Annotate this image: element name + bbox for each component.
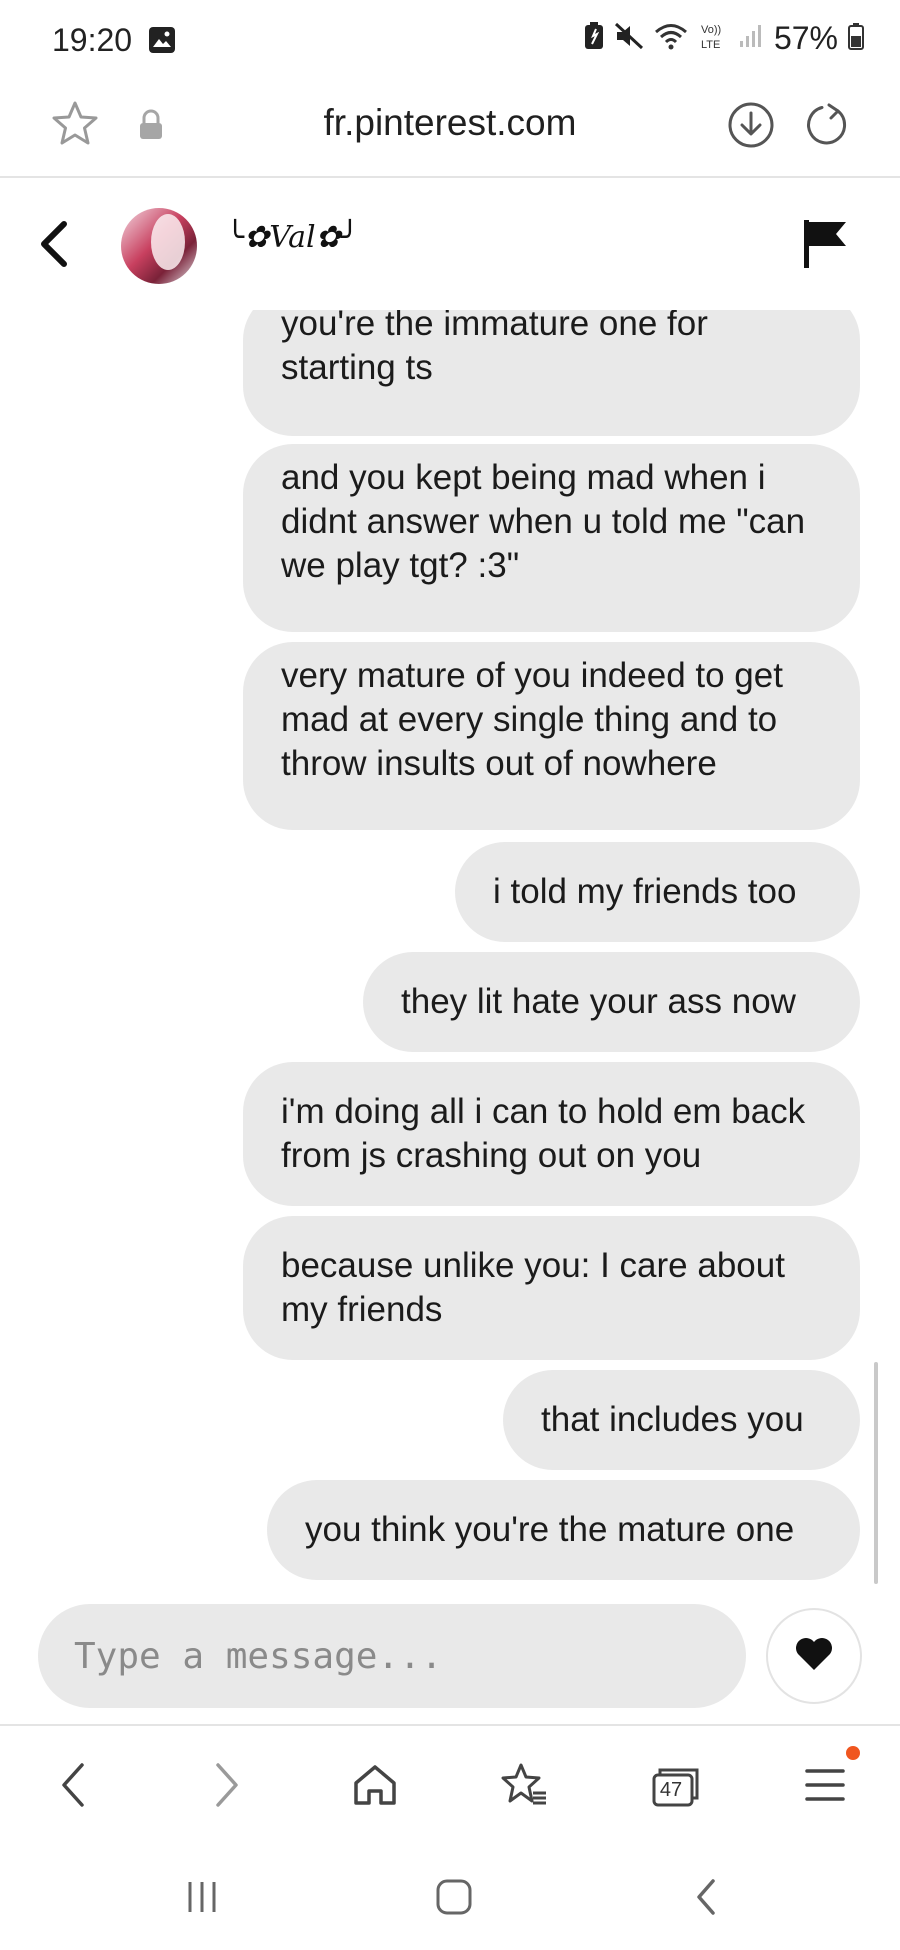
url-bar: fr.pinterest.com: [0, 80, 900, 178]
message-bubble[interactable]: that includes you: [503, 1370, 860, 1470]
scrollbar[interactable]: [874, 1362, 878, 1584]
status-icons: Vo)) LTE 57%: [584, 20, 864, 57]
tabs-icon: 47: [650, 1765, 700, 1809]
chevron-left-icon: [56, 1761, 90, 1814]
system-nav-bar: [0, 1846, 900, 1950]
home-nav-icon: [434, 1877, 474, 1922]
tabs-count: 47: [659, 1779, 683, 1801]
battery-icon: [848, 22, 864, 55]
svg-text:LTE: LTE: [701, 39, 720, 51]
home-icon: [352, 1763, 398, 1812]
message-text: that includes you: [541, 1400, 804, 1439]
recent-apps-button[interactable]: [172, 1874, 232, 1924]
back-arrow-icon[interactable]: [34, 218, 74, 275]
message-bubble[interactable]: you think you're the mature one: [267, 1480, 860, 1580]
message-bubble[interactable]: because unlike you: I care about my frie…: [243, 1216, 860, 1360]
chat-header: ╰✿Val✿╯: [0, 178, 900, 310]
recent-apps-icon: [182, 1879, 222, 1920]
notification-dot: [846, 1746, 860, 1760]
message-text: you're the immature one for starting ts: [281, 310, 708, 387]
message-bubble[interactable]: you're the immature one for starting ts: [243, 310, 860, 436]
message-input[interactable]: [38, 1604, 746, 1708]
status-time: 19:20: [52, 22, 133, 58]
message-bubble[interactable]: they lit hate your ass now: [363, 952, 860, 1052]
volte-icon: Vo)) LTE: [698, 21, 728, 56]
message-bubble[interactable]: and you kept being mad when i didnt answ…: [243, 444, 860, 632]
message-bubble[interactable]: very mature of you indeed to get mad at …: [243, 642, 860, 830]
message-text: i'm doing all i can to hold em back from…: [281, 1092, 806, 1175]
back-nav-button[interactable]: [676, 1874, 736, 1924]
message-text: i told my friends too: [493, 872, 797, 911]
message-text: and you kept being mad when i didnt answ…: [281, 458, 806, 585]
message-list[interactable]: you're the immature one for starting ts …: [0, 310, 900, 1580]
svg-text:Vo)): Vo)): [701, 24, 721, 36]
reload-icon[interactable]: [802, 101, 850, 154]
chevron-right-icon: [210, 1761, 244, 1814]
message-text: they lit hate your ass now: [401, 982, 796, 1021]
mute-icon: [614, 22, 644, 55]
avatar[interactable]: [121, 208, 197, 284]
message-text: because unlike you: I care about my frie…: [281, 1246, 785, 1329]
download-icon[interactable]: [727, 101, 775, 154]
battery-saver-icon: [584, 22, 604, 55]
message-bubble[interactable]: i told my friends too: [455, 842, 860, 942]
flag-icon[interactable]: [802, 218, 848, 275]
nav-back-button[interactable]: [38, 1752, 108, 1822]
message-text: very mature of you indeed to get mad at …: [281, 656, 783, 783]
home-button[interactable]: [340, 1752, 410, 1822]
bookmarks-button[interactable]: [489, 1752, 559, 1822]
heart-icon: [794, 1636, 834, 1677]
message-text: you think you're the mature one: [305, 1510, 795, 1549]
message-bubble[interactable]: i'm doing all i can to hold em back from…: [243, 1062, 860, 1206]
signal-icon: [738, 23, 764, 54]
nav-forward-button[interactable]: [192, 1752, 262, 1822]
home-nav-button[interactable]: [424, 1874, 484, 1924]
tabs-button[interactable]: 47: [640, 1752, 710, 1822]
battery-percent: 57%: [773, 20, 838, 56]
browser-toolbar: 47: [0, 1724, 900, 1848]
menu-button[interactable]: [790, 1752, 860, 1822]
back-nav-icon: [691, 1877, 721, 1922]
gallery-icon: [148, 26, 176, 59]
status-bar: 19:20 Vo)) LTE 57%: [0, 0, 900, 80]
chat-username[interactable]: ╰✿Val✿╯: [226, 220, 359, 255]
bookmark-star-icon: [499, 1761, 549, 1814]
wifi-icon: [654, 22, 688, 55]
menu-icon: [805, 1767, 845, 1808]
like-button[interactable]: [766, 1608, 862, 1704]
